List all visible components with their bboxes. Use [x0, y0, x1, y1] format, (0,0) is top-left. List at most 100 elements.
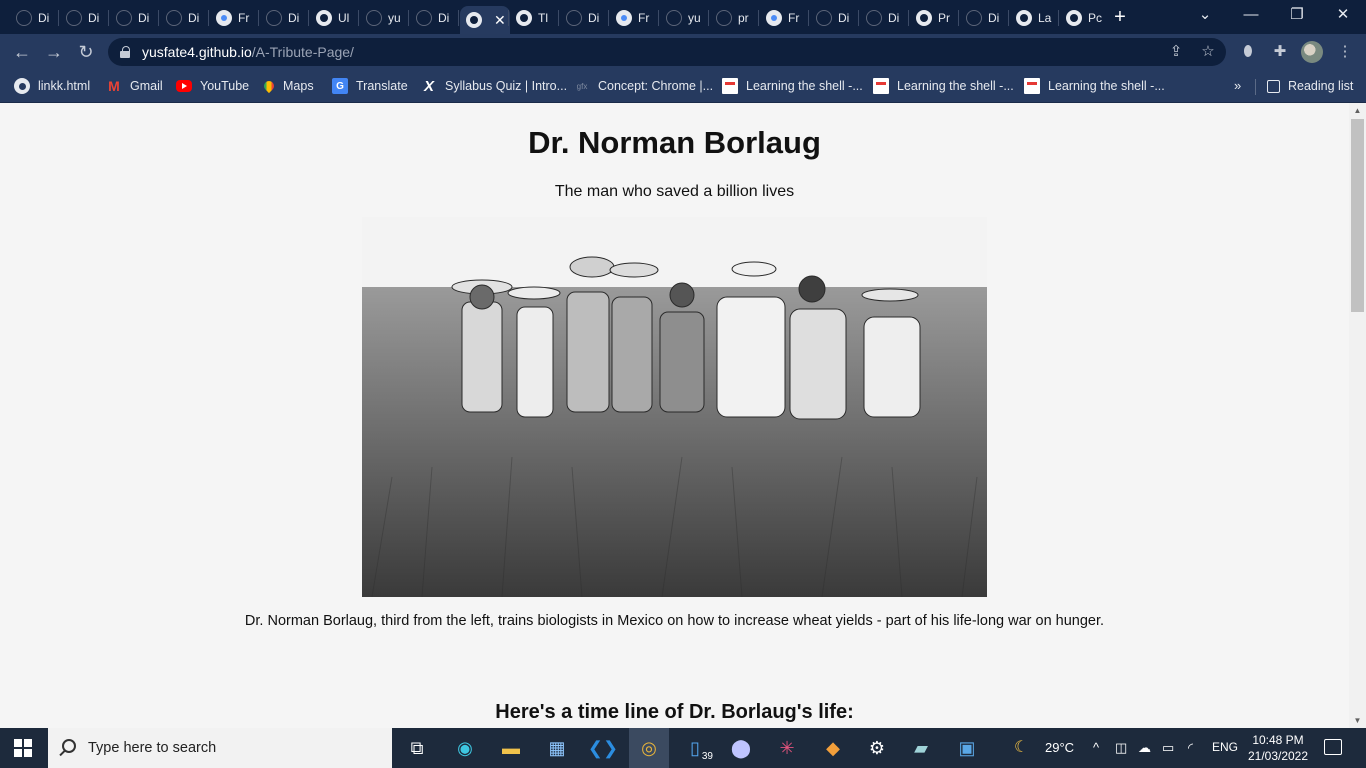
- browser-tab[interactable]: Di: [10, 6, 60, 30]
- tab-separator: [58, 10, 59, 26]
- bookmark-item[interactable]: G Translate: [332, 76, 408, 96]
- task-view-icon[interactable]: ⧉: [403, 734, 431, 762]
- meet-now-icon[interactable]: ◫: [1115, 740, 1127, 756]
- browser-tab[interactable]: Pr: [910, 6, 960, 30]
- browser-tab[interactable]: Fr: [610, 6, 660, 30]
- bookmark-item[interactable]: X Syllabus Quiz | Intro...: [421, 76, 567, 96]
- settings-gear-icon[interactable]: ⚙: [863, 734, 891, 762]
- browser-tab[interactable]: Pc: [1060, 6, 1110, 30]
- system-clock[interactable]: 10:48 PM 21/03/2022: [1238, 732, 1318, 764]
- browser-tab[interactable]: La: [1010, 6, 1060, 30]
- browser-tab[interactable]: Di: [110, 6, 160, 30]
- menu-kebab-icon[interactable]: ⋮: [1334, 41, 1356, 63]
- tab-separator: [258, 10, 259, 26]
- extension-icon[interactable]: ⬮: [1237, 41, 1259, 63]
- bookmark-item[interactable]: YouTube: [176, 76, 249, 96]
- wifi-icon[interactable]: ◜: [1188, 740, 1193, 756]
- back-button[interactable]: ←: [9, 39, 35, 65]
- reload-button[interactable]: ↻: [73, 39, 99, 65]
- browser-tab[interactable]: yu: [660, 6, 710, 30]
- close-window-button[interactable]: ✕: [1320, 4, 1366, 28]
- close-tab-icon[interactable]: ✕: [494, 12, 506, 29]
- eclipse-icon[interactable]: ⬤: [727, 734, 755, 762]
- minimize-button[interactable]: —: [1228, 4, 1274, 28]
- notification-badge: 39: [699, 751, 715, 762]
- browser-tab[interactable]: Di: [410, 6, 460, 30]
- browser-tab[interactable]: yu: [360, 6, 410, 30]
- scroll-up-arrow-icon[interactable]: ▲: [1349, 103, 1366, 118]
- browser-tab[interactable]: Fr: [760, 6, 810, 30]
- bookmark-item[interactable]: Learning the shell -...: [1024, 76, 1165, 96]
- language-indicator[interactable]: ENG: [1212, 740, 1238, 754]
- windows-start-icon[interactable]: [14, 739, 32, 757]
- bookmark-item[interactable]: Learning the shell -...: [722, 76, 863, 96]
- tab-label: Tl: [538, 11, 548, 25]
- profile-avatar[interactable]: [1301, 41, 1323, 63]
- chrome-taskbar-icon[interactable]: ◎: [629, 728, 669, 768]
- tab-search-icon[interactable]: ⌄: [1182, 4, 1228, 28]
- address-bar[interactable]: yusfate4.github.io/A-Tribute-Page/ ⇪ ☆: [108, 38, 1226, 66]
- weather-moon-icon[interactable]: ☾: [1014, 737, 1028, 757]
- browser-tab[interactable]: Di: [560, 6, 610, 30]
- new-tab-button[interactable]: +: [1108, 6, 1132, 30]
- git-icon[interactable]: ◆: [819, 734, 847, 762]
- notification-center-icon[interactable]: [1324, 739, 1342, 755]
- url-text[interactable]: yusfate4.github.io/A-Tribute-Page/: [142, 44, 354, 60]
- bookmarks-bar: linkk.html M Gmail YouTube Maps G Translate X Sy…: [0, 70, 1366, 103]
- browser-tab[interactable]: Di: [60, 6, 110, 30]
- browser-tab[interactable]: Fr: [210, 6, 260, 30]
- github-icon: [416, 10, 432, 26]
- reading-list-button[interactable]: Reading list: [1267, 76, 1353, 96]
- bookmark-star-icon[interactable]: ☆: [1198, 42, 1218, 62]
- gmail-icon: M: [108, 78, 120, 94]
- scroll-down-arrow-icon[interactable]: ▼: [1349, 713, 1366, 728]
- file-explorer-icon[interactable]: ▬: [497, 734, 525, 762]
- vscode-icon[interactable]: ❮❯: [588, 734, 618, 762]
- onedrive-cloud-icon[interactable]: ☁: [1138, 740, 1151, 756]
- tab-label: La: [1038, 11, 1052, 25]
- notepad-icon[interactable]: ▰: [907, 734, 935, 762]
- forward-button[interactable]: →: [41, 39, 67, 65]
- windows-taskbar: Type here to search ⧉ ◉ ▬ ▦ ❮❯ ◎ ▯ 39 ⬤ ✳…: [0, 728, 1366, 768]
- browser-tab[interactable]: Ul: [310, 6, 360, 30]
- browser-tab[interactable]: Di: [260, 6, 310, 30]
- tab-label: Di: [838, 11, 850, 25]
- battery-icon[interactable]: ▭: [1162, 740, 1174, 756]
- browser-tab[interactable]: Di: [860, 6, 910, 30]
- github-icon: [866, 10, 882, 26]
- browser-tab[interactable]: Tl: [510, 6, 560, 30]
- github-icon: [16, 10, 32, 26]
- tab-label: Pc: [1088, 11, 1103, 25]
- bookmark-label: linkk.html: [38, 79, 91, 93]
- restore-button[interactable]: ❐: [1274, 4, 1320, 28]
- tab-separator: [958, 10, 959, 26]
- microsoft-store-icon[interactable]: ▦: [543, 734, 571, 762]
- bookmark-item[interactable]: Learning the shell -...: [873, 76, 1014, 96]
- browser-tab[interactable]: Di: [960, 6, 1010, 30]
- browser-tab[interactable]: Di: [160, 6, 210, 30]
- vertical-scrollbar[interactable]: ▲ ▼: [1349, 103, 1366, 728]
- reading-list-icon: [1267, 79, 1280, 93]
- slack-icon[interactable]: ✳: [773, 734, 801, 762]
- browser-tab[interactable]: Di: [810, 6, 860, 30]
- browser-tab[interactable]: pr: [710, 6, 760, 30]
- bookmark-item[interactable]: M Gmail: [106, 76, 163, 96]
- scroll-thumb[interactable]: [1351, 119, 1364, 312]
- tab-separator: [1058, 10, 1059, 26]
- weather-temperature[interactable]: 29°C: [1045, 740, 1074, 755]
- taskbar-search-box[interactable]: Type here to search: [48, 728, 392, 768]
- puzzle-extensions-icon[interactable]: ✚: [1269, 41, 1291, 63]
- browser-tab[interactable]: ✕: [460, 6, 510, 34]
- tray-overflow-chevron-icon[interactable]: ^: [1093, 740, 1099, 755]
- bookmark-label: Translate: [356, 79, 408, 93]
- edge-browser-icon[interactable]: ◉: [451, 734, 479, 762]
- bookmark-item[interactable]: linkk.html: [14, 76, 90, 96]
- bookmark-item[interactable]: Maps: [263, 76, 314, 96]
- bookmark-item[interactable]: gfx Concept: Chrome |...: [574, 76, 713, 96]
- phone-app-icon[interactable]: ▯ 39: [681, 734, 715, 762]
- bookmark-label: Gmail: [130, 79, 163, 93]
- photos-icon[interactable]: ▣: [953, 734, 981, 762]
- share-icon[interactable]: ⇪: [1166, 42, 1186, 62]
- bookmarks-overflow-chevron-icon[interactable]: »: [1234, 78, 1241, 93]
- lock-icon[interactable]: [120, 46, 130, 58]
